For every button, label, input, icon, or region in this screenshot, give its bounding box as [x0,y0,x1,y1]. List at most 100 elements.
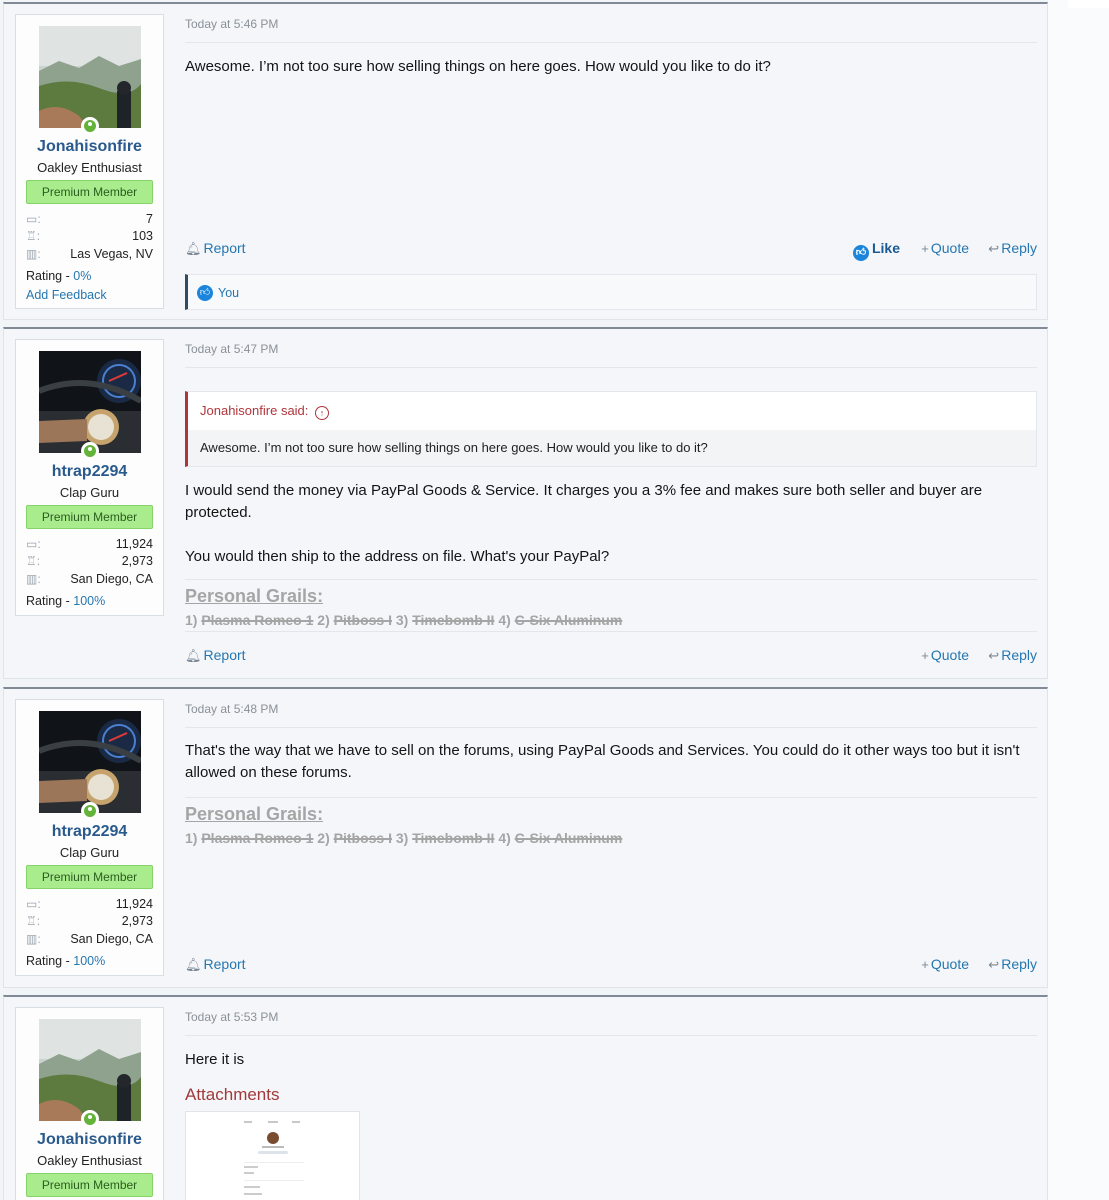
quote-text: Awesome. I’m not too sure how selling th… [200,440,708,455]
message-body-2: You would then ship to the address on fi… [185,548,610,565]
thumbs-up-icon: 👍︎ [852,245,869,261]
thumbs-up-icon: 👍︎ [197,285,213,301]
attachments-heading: Attachments [185,1085,280,1104]
rating-value[interactable]: 0% [73,269,91,283]
rating-label: Rating [26,593,63,608]
plus-icon: + [921,241,929,256]
post-main: Today at 5:46 PM Awesome. I’m not too su… [185,4,1037,320]
stat-points: 2,973 [121,914,153,929]
reply-arrow-icon: ↩ [988,957,1000,972]
divider [185,42,1037,43]
rating-label: Rating [26,268,63,283]
quote-button[interactable]: + Quote [921,240,969,256]
messages-icon: ▭: [26,897,41,911]
reply-button[interactable]: ↩ Reply [988,956,1037,973]
reply-arrow-icon: ↩ [988,648,1000,663]
quote-button[interactable]: + Quote [921,956,969,972]
premium-member-banner: Premium Member [26,505,153,529]
map-icon: ▥: [26,246,41,261]
username-link[interactable]: Jonahisonfire [16,138,163,156]
post: Jonahisonfire Oakley Enthusiast Premium … [3,995,1048,1200]
avatar[interactable] [38,26,141,128]
online-status-icon [80,1110,99,1128]
stat-messages: 11,924 [115,897,153,911]
avatar[interactable] [38,711,141,813]
divider [185,727,1037,728]
signature-list: 1) Plasma Romeo 1 2) Pitboss I 3) Timebo… [185,612,623,628]
stat-messages: 7 [146,212,153,226]
post: htrap2294 Clap Guru Premium Member ▭: 11,… [3,687,1048,988]
username-link[interactable]: htrap2294 [16,823,163,841]
quote-header[interactable]: Jonahisonfire said: ↑ [188,392,1036,430]
stat-location: Las Vegas, NV [70,246,153,261]
message-body: Awesome. I’m not too sure how selling th… [185,58,771,75]
avatar[interactable] [38,1019,141,1121]
quote-block: Jonahisonfire said: ↑ Awesome. I’m not t… [185,391,1037,467]
post-main: Today at 5:53 PM Here it is Attachments [185,997,1037,1200]
online-status-icon [80,802,99,820]
signature-divider [185,579,1037,580]
signature-bottom-rule [185,631,1037,632]
post-main: Today at 5:48 PM That's the way that we … [185,689,1037,988]
rating-label: Rating [26,953,63,968]
trophy-icon: ♖: [26,554,41,569]
reactions-bar[interactable]: 👍︎ You [185,274,1037,310]
divider [185,367,1037,368]
report-button[interactable]: 🔔︎ Report [185,240,246,257]
stat-points: 103 [132,229,153,244]
post-date[interactable]: Today at 5:46 PM [185,17,278,31]
trophy-icon: ♖: [26,914,41,929]
up-arrow-circle-icon[interactable]: ↑ [315,406,330,420]
add-feedback-link[interactable]: Add Feedback [26,288,153,302]
user-rating: Rating - 100% [26,953,106,968]
message-body: Here it is [185,1051,245,1068]
online-status-icon [80,117,99,135]
post: htrap2294 Clap Guru Premium Member ▭: 11,… [3,327,1048,679]
user-card: htrap2294 Clap Guru Premium Member ▭: 11,… [15,699,164,976]
reply-button[interactable]: ↩ Reply [988,240,1037,257]
gutter-nub [1068,0,1109,8]
attachment-thumbnail[interactable] [185,1111,360,1200]
messages-icon: ▭: [26,212,41,226]
online-status-icon [80,442,99,460]
message-body: That's the way that we have to sell on t… [185,742,1020,781]
attachment-preview-image [241,1118,306,1200]
message-body: I would send the money via PayPal Goods … [185,482,983,521]
user-card: htrap2294 Clap Guru Premium Member ▭: 11,… [15,339,164,616]
like-button[interactable]: 👍︎ Like [852,240,900,261]
bell-icon: 🔔︎ [185,957,202,972]
signature-list: 1) Plasma Romeo 1 2) Pitboss I 3) Timebo… [185,830,623,846]
stat-messages: 11,924 [115,537,153,551]
right-gutter [1048,0,1109,1200]
avatar[interactable] [38,351,141,453]
user-title: Oakley Enthusiast [37,160,142,175]
signature-divider [185,797,1037,798]
map-icon: ▥: [26,571,41,586]
stat-location: San Diego, CA [70,931,153,946]
username-link[interactable]: Jonahisonfire [16,1131,163,1149]
post-date[interactable]: Today at 5:48 PM [185,702,278,716]
bell-icon: 🔔︎ [185,648,202,663]
user-card: Jonahisonfire Oakley Enthusiast Premium … [15,1007,164,1200]
report-button[interactable]: 🔔︎ Report [185,647,246,664]
quote-button[interactable]: + Quote [921,647,969,663]
reaction-users[interactable]: You [218,286,239,300]
premium-member-banner: Premium Member [26,1173,153,1197]
plus-icon: + [921,648,929,663]
post-date[interactable]: Today at 5:53 PM [185,1010,278,1024]
signature-title: Personal Grails: [185,804,324,824]
user-title: Oakley Enthusiast [37,1153,142,1168]
user-title: Clap Guru [59,845,120,860]
rating-value[interactable]: 100% [73,594,105,608]
stat-points: 2,973 [121,554,153,569]
report-button[interactable]: 🔔︎ Report [185,956,246,973]
premium-member-banner: Premium Member [26,865,153,889]
divider [185,1035,1037,1036]
messages-icon: ▭: [26,537,41,551]
post-date[interactable]: Today at 5:47 PM [185,342,278,356]
quote-author[interactable]: Jonahisonfire said: [200,403,308,418]
reply-button[interactable]: ↩ Reply [988,647,1037,664]
trophy-icon: ♖: [26,229,41,244]
rating-value[interactable]: 100% [73,954,105,968]
username-link[interactable]: htrap2294 [16,463,163,481]
